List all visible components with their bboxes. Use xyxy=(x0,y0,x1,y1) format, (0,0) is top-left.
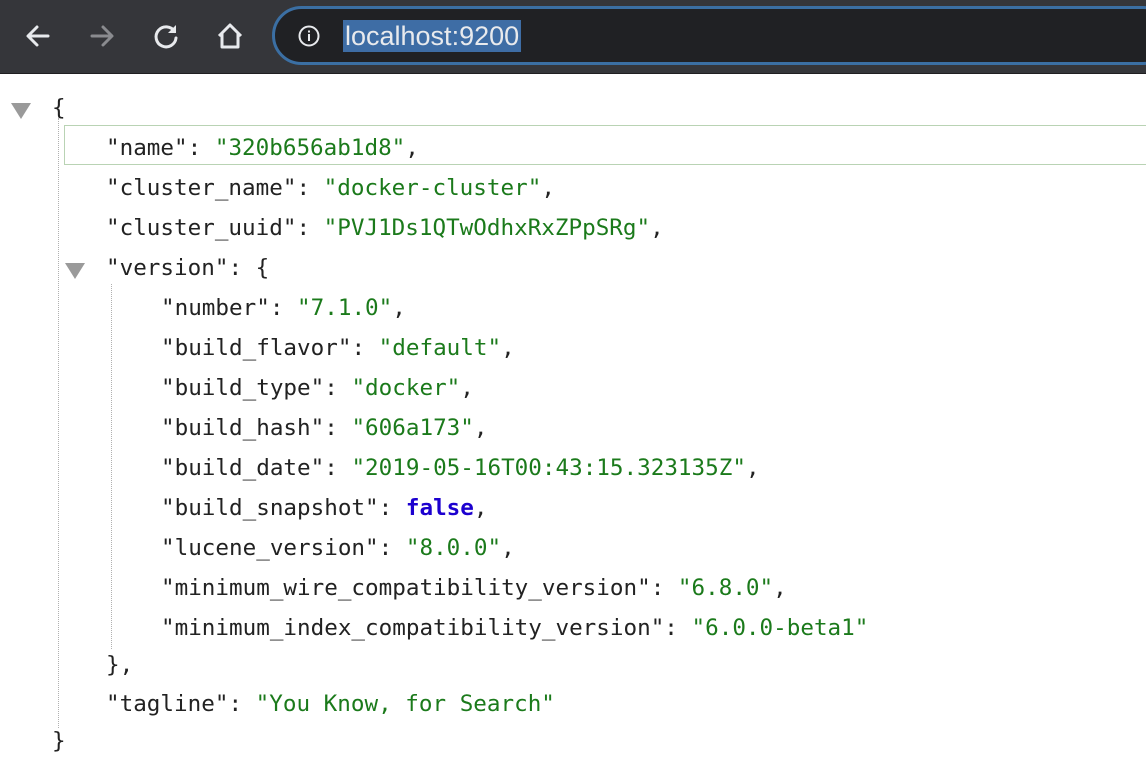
root-indent-guide xyxy=(58,118,59,728)
home-icon xyxy=(217,23,243,49)
arrow-right-icon xyxy=(90,25,114,47)
json-row-version[interactable]: "version": { xyxy=(106,250,269,286)
json-row-build-flavor[interactable]: "build_flavor": "default", xyxy=(161,330,515,366)
json-row-lucene-version[interactable]: "lucene_version": "8.0.0", xyxy=(161,530,515,566)
json-row-min-wire-compat[interactable]: "minimum_wire_compatibility_version": "6… xyxy=(161,570,787,606)
json-row-cluster-uuid[interactable]: "cluster_uuid": "PVJ1Ds1QTwOdhxRxZPpSRg"… xyxy=(106,210,664,246)
json-row-build-date[interactable]: "build_date": "2019-05-16T00:43:15.32313… xyxy=(161,450,760,486)
json-row-min-index-compat[interactable]: "minimum_index_compatibility_version": "… xyxy=(161,610,868,646)
home-button[interactable] xyxy=(208,14,252,58)
collapse-root-icon[interactable] xyxy=(11,103,31,119)
info-icon[interactable] xyxy=(298,25,320,47)
reload-icon xyxy=(154,25,178,49)
json-row-number[interactable]: "number": "7.1.0", xyxy=(161,290,406,326)
arrow-left-icon xyxy=(26,25,50,47)
browser-toolbar: localhost:9200 xyxy=(0,0,1146,74)
reload-button[interactable] xyxy=(144,14,188,58)
url-text[interactable]: localhost:9200 xyxy=(343,20,522,52)
version-close-brace: }, xyxy=(106,652,134,678)
collapse-version-icon[interactable] xyxy=(65,263,85,279)
json-row-cluster-name[interactable]: "cluster_name": "docker-cluster", xyxy=(106,170,555,206)
json-row-tagline[interactable]: "tagline": "You Know, for Search" xyxy=(106,686,555,722)
json-row-build-type[interactable]: "build_type": "docker", xyxy=(161,370,474,406)
root-close-brace: } xyxy=(52,728,66,754)
back-button[interactable] xyxy=(16,14,60,58)
json-row-build-snapshot[interactable]: "build_snapshot": false, xyxy=(161,490,488,526)
version-indent-guide xyxy=(111,284,112,649)
json-row-build-hash[interactable]: "build_hash": "606a173", xyxy=(161,410,488,446)
forward-button[interactable] xyxy=(80,14,124,58)
json-viewer: { "name": "320b656ab1d8", "cluster_name"… xyxy=(0,74,1146,784)
address-bar[interactable]: localhost:9200 xyxy=(272,6,1146,65)
json-row-name[interactable]: "name": "320b656ab1d8", xyxy=(106,130,419,166)
root-open-brace: { xyxy=(52,95,66,121)
